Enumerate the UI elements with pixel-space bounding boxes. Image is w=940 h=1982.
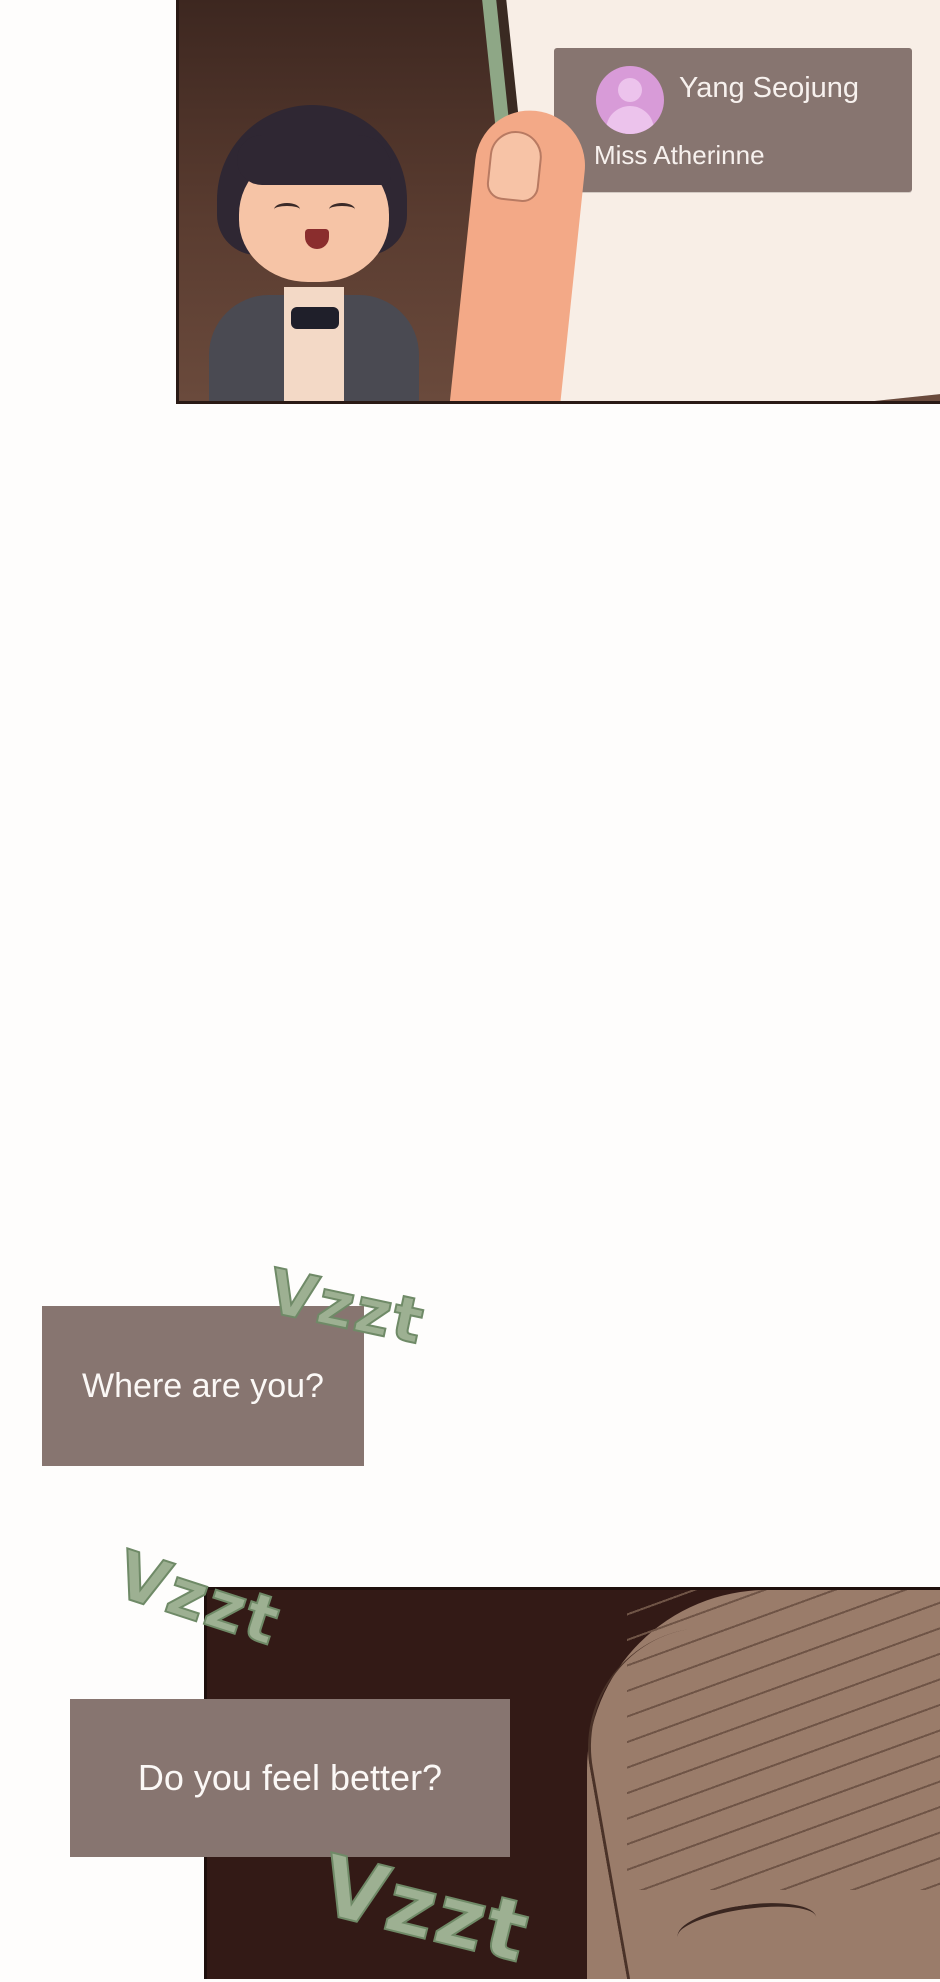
sfx-vzzt: Vzzt <box>106 1535 291 1662</box>
caller-name: Yang Seojung <box>679 72 860 104</box>
avatar-head <box>618 78 642 102</box>
thumbnail-nail <box>485 128 545 204</box>
chibi-eye-left <box>274 203 300 216</box>
speech-box-do-you-feel-better: Do you feel better? <box>70 1699 510 1857</box>
chibi-bowtie <box>291 307 339 329</box>
incoming-call-banner[interactable]: Yang Seojung Miss Atherinne <box>554 48 912 192</box>
chibi-fringe <box>237 135 391 185</box>
chibi-shirt <box>284 287 344 401</box>
caller-subtitle: Miss Atherinne <box>594 140 765 170</box>
avatar-body <box>606 106 654 134</box>
speech-text: Do you feel better? <box>137 1757 443 1798</box>
person-silhouette-icon <box>596 66 664 134</box>
chibi-eye-right <box>329 203 355 216</box>
top-comic-panel: Yang Seojung Miss Atherinne <box>176 0 940 404</box>
chibi-character-illustration <box>199 105 429 401</box>
